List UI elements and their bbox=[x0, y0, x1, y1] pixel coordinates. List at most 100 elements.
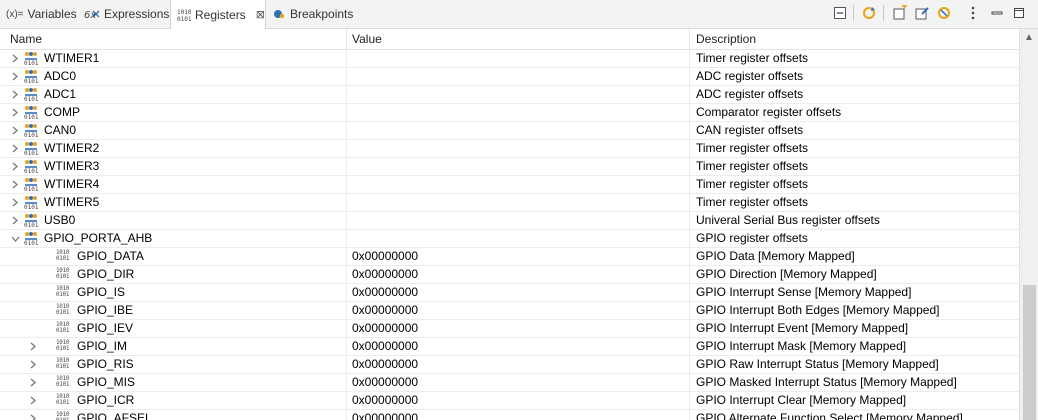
cell-divider bbox=[346, 158, 347, 176]
register-description: Timer register offsets bbox=[696, 195, 809, 209]
tab-variables[interactable]: (x)= Variables bbox=[0, 0, 78, 28]
register-description: GPIO register offsets bbox=[696, 231, 808, 245]
table-row[interactable]: 1010 0101 GPIO_MIS 0x00000000 GPIO Masked In… bbox=[0, 374, 1019, 392]
register-name: WTIMER3 bbox=[44, 159, 100, 173]
chevron-right-icon[interactable] bbox=[10, 104, 20, 121]
scroll-up-icon[interactable]: ▲ bbox=[1024, 32, 1034, 43]
cell-divider bbox=[346, 122, 347, 140]
register-name: WTIMER4 bbox=[44, 177, 100, 191]
cell-divider bbox=[346, 284, 347, 302]
table-row[interactable]: 1010 0101 GPIO_RIS 0x00000000 GPIO Raw Inter… bbox=[0, 356, 1019, 374]
table-row[interactable]: 0101 WTIMER4 Timer register offsets bbox=[0, 176, 1019, 194]
maximize-icon[interactable] bbox=[1011, 5, 1027, 21]
column-header-name[interactable]: Name bbox=[10, 29, 42, 49]
register-value[interactable]: 0x00000000 bbox=[352, 248, 418, 265]
chevron-right-icon[interactable] bbox=[28, 392, 38, 409]
table-row[interactable]: 0101 WTIMER1 Timer register offsets bbox=[0, 50, 1019, 68]
table-row[interactable]: 1010 0101 GPIO_IEV 0x00000000 GPIO Interrupt… bbox=[0, 320, 1019, 338]
register-name: COMP bbox=[44, 105, 80, 119]
view-menu-icon[interactable] bbox=[965, 5, 981, 21]
minimize-icon[interactable] bbox=[989, 5, 1005, 21]
tab-variables-label: Variables bbox=[27, 7, 77, 21]
column-header-value[interactable]: Value bbox=[352, 29, 382, 49]
table-row[interactable]: 0101 COMP Comparator register offsets bbox=[0, 104, 1019, 122]
table-row[interactable]: 0101 WTIMER5 Timer register offsets bbox=[0, 194, 1019, 212]
register-value[interactable]: 0x00000000 bbox=[352, 320, 418, 337]
svg-text:0101: 0101 bbox=[24, 150, 39, 156]
chevron-right-icon[interactable] bbox=[28, 338, 38, 355]
register-description: GPIO Interrupt Event [Memory Mapped] bbox=[696, 321, 909, 335]
column-header-description[interactable]: Description bbox=[696, 29, 756, 49]
cell-divider bbox=[346, 266, 347, 284]
svg-text:0101: 0101 bbox=[24, 168, 39, 174]
tab-expressions-label: Expressions bbox=[104, 7, 170, 21]
chevron-right-icon[interactable] bbox=[10, 194, 20, 211]
chevron-right-icon[interactable] bbox=[10, 212, 20, 229]
table-row[interactable]: 0101 WTIMER3 Timer register offsets bbox=[0, 158, 1019, 176]
tab-expressions[interactable]: 6x Expressions bbox=[78, 0, 170, 28]
table-row[interactable]: 0101 GPIO_PORTA_AHB GPIO register offsets bbox=[0, 230, 1019, 248]
close-tab-icon[interactable]: ⊠ bbox=[256, 8, 265, 21]
table-row[interactable]: 0101 CAN0 CAN register offsets bbox=[0, 122, 1019, 140]
tab-breakpoints[interactable]: Breakpoints bbox=[266, 0, 366, 28]
register-value[interactable]: 0x00000000 bbox=[352, 410, 418, 420]
chevron-right-icon[interactable] bbox=[10, 68, 20, 85]
chevron-right-icon[interactable] bbox=[10, 158, 20, 175]
register-value[interactable]: 0x00000000 bbox=[352, 266, 418, 283]
vertical-scrollbar[interactable]: ▲ bbox=[1019, 29, 1038, 420]
table-row[interactable]: 1010 0101 GPIO_IM 0x00000000 GPIO Interrupt … bbox=[0, 338, 1019, 356]
cell-divider bbox=[346, 374, 347, 392]
chevron-right-icon[interactable] bbox=[28, 374, 38, 391]
register-description: Timer register offsets bbox=[696, 159, 809, 173]
new-group-icon[interactable] bbox=[892, 5, 908, 21]
chevron-right-icon[interactable] bbox=[28, 356, 38, 373]
table-row[interactable]: 0101 ADC0 ADC register offsets bbox=[0, 68, 1019, 86]
register-value[interactable]: 0x00000000 bbox=[352, 338, 418, 355]
register-value[interactable]: 0x00000000 bbox=[352, 302, 418, 319]
register-icon: 10100101 bbox=[56, 285, 70, 298]
table-row[interactable]: 1010 0101 GPIO_ICR 0x00000000 GPIO Interrupt… bbox=[0, 392, 1019, 410]
chevron-down-icon[interactable] bbox=[10, 230, 20, 247]
register-description: Timer register offsets bbox=[696, 141, 809, 155]
cell-divider bbox=[689, 176, 690, 194]
svg-text:0101: 0101 bbox=[24, 96, 39, 102]
cell-divider bbox=[346, 230, 347, 248]
table-row[interactable]: 1010 0101 GPIO_DATA 0x00000000 GPIO Data [Me… bbox=[0, 248, 1019, 266]
chevron-right-icon[interactable] bbox=[10, 86, 20, 103]
register-value[interactable]: 0x00000000 bbox=[352, 284, 418, 301]
register-name: ADC0 bbox=[44, 69, 77, 83]
chevron-right-icon[interactable] bbox=[28, 410, 38, 420]
collapse-all-icon[interactable] bbox=[832, 5, 848, 21]
table-row[interactable]: 10100101 GPIO_AFSEL 0x00000000 GPIO Alterna… bbox=[0, 410, 1019, 420]
register-description: GPIO Interrupt Mask [Memory Mapped] bbox=[696, 339, 907, 353]
register-description: ADC register offsets bbox=[696, 87, 804, 101]
table-row[interactable]: 0101 USB0 Univeral Serial Bus register off… bbox=[0, 212, 1019, 230]
cell-divider bbox=[346, 320, 347, 338]
table-row[interactable]: 0101 ADC1 ADC register offsets bbox=[0, 86, 1019, 104]
chevron-right-icon[interactable] bbox=[10, 176, 20, 193]
table-row[interactable]: 1010 0101 GPIO_IS 0x00000000 GPIO Interrupt … bbox=[0, 284, 1019, 302]
table-row[interactable]: 1010 0101 GPIO_IBE 0x00000000 GPIO Interrupt… bbox=[0, 302, 1019, 320]
scrollbar-thumb[interactable] bbox=[1023, 285, 1036, 420]
column-divider[interactable] bbox=[689, 29, 690, 49]
cell-divider bbox=[689, 230, 690, 248]
svg-text:0101: 0101 bbox=[24, 78, 39, 84]
chevron-right-icon[interactable] bbox=[10, 140, 20, 157]
refresh-icon[interactable] bbox=[861, 5, 877, 21]
cell-divider bbox=[689, 158, 690, 176]
column-divider[interactable] bbox=[346, 29, 347, 49]
restore-groups-icon[interactable] bbox=[936, 5, 952, 21]
tab-registers[interactable]: 1010 0101 Registers ⊠ bbox=[170, 0, 266, 29]
register-icon: 10100101 bbox=[56, 321, 70, 334]
chevron-right-icon[interactable] bbox=[10, 122, 20, 139]
register-value[interactable]: 0x00000000 bbox=[352, 392, 418, 409]
cell-divider bbox=[689, 302, 690, 320]
table-row[interactable]: 0101 WTIMER2 Timer register offsets bbox=[0, 140, 1019, 158]
edit-group-icon[interactable] bbox=[914, 5, 930, 21]
register-value[interactable]: 0x00000000 bbox=[352, 374, 418, 391]
register-group-icon: 0101 bbox=[23, 231, 39, 247]
chevron-right-icon[interactable] bbox=[10, 50, 20, 67]
table-row[interactable]: 1010 0101 GPIO_DIR 0x00000000 GPIO Direction… bbox=[0, 266, 1019, 284]
register-value[interactable]: 0x00000000 bbox=[352, 356, 418, 373]
register-name: GPIO_DIR bbox=[77, 267, 135, 281]
